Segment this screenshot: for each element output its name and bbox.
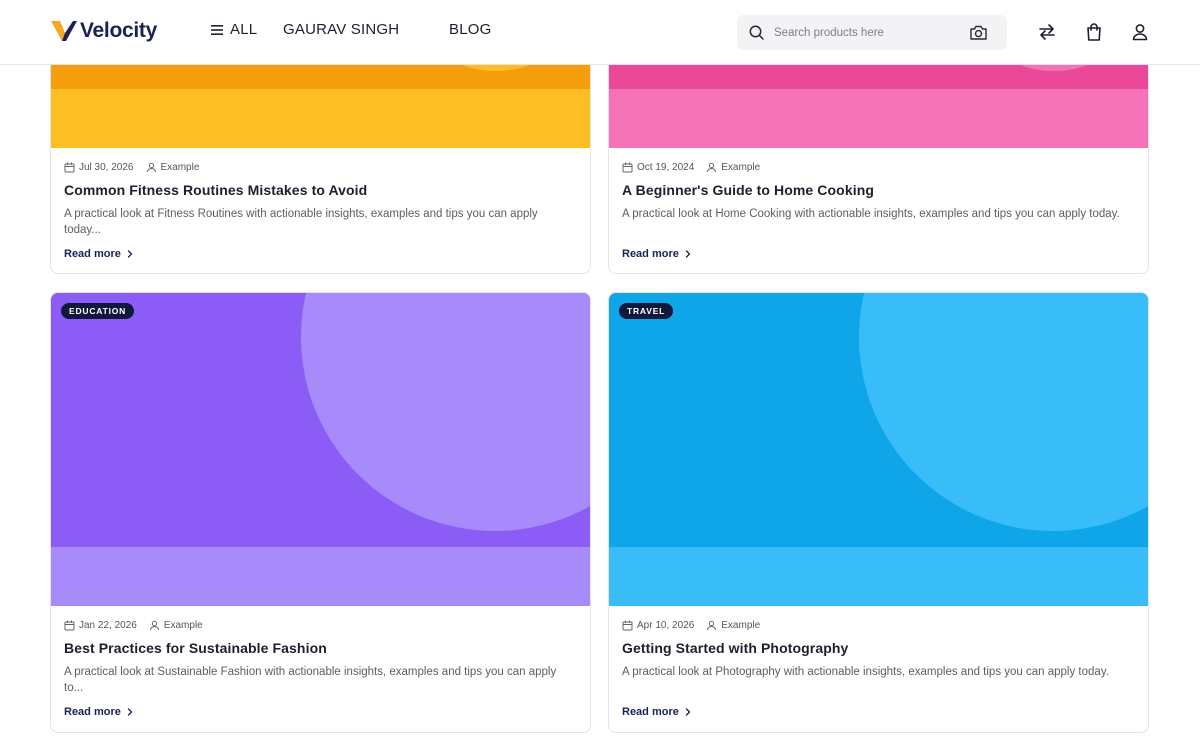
author-icon <box>149 620 159 631</box>
blog-card[interactable]: TRAVEL Apr 10, 2026 Example Getting Star… <box>608 292 1149 733</box>
logo-text: Velocity <box>80 19 157 42</box>
chevron-right-icon <box>127 250 133 258</box>
swap-icon[interactable] <box>1036 21 1058 43</box>
card-cover-image[interactable]: EDUCATION <box>51 293 590 606</box>
nav-blog-label: BLOG <box>449 21 492 38</box>
calendar-icon <box>64 620 75 631</box>
read-more-link[interactable]: Read more <box>64 248 134 260</box>
author-icon <box>707 620 717 631</box>
hamburger-icon <box>211 24 223 35</box>
card-meta: Apr 10, 2026 Example <box>622 620 760 631</box>
post-author: Example <box>721 620 761 631</box>
nav-all-label: ALL <box>230 21 258 38</box>
author-icon <box>707 162 717 173</box>
nav-user-link[interactable]: GAURAV SINGH <box>283 21 399 38</box>
logo[interactable]: Velocity <box>51 19 157 43</box>
read-more-label: Read more <box>64 706 121 718</box>
cover-band <box>51 547 590 606</box>
calendar-icon <box>622 162 633 173</box>
nav-all-menu[interactable]: ALL <box>211 21 257 38</box>
post-title[interactable]: Common Fitness Routines Mistakes to Avoi… <box>64 182 367 198</box>
card-meta: Jan 22, 2026 Example <box>64 620 203 631</box>
logo-v-icon <box>51 21 77 41</box>
site-header: Velocity ALL GAURAV SINGH BLOG <box>0 0 1200 65</box>
cover-circle <box>301 293 590 531</box>
cover-band <box>609 547 1148 606</box>
read-more-label: Read more <box>622 706 679 718</box>
post-date: Oct 19, 2024 <box>637 162 695 173</box>
calendar-icon <box>64 162 75 173</box>
post-excerpt: A practical look at Sustainable Fashion … <box>64 666 557 694</box>
chevron-right-icon <box>127 708 133 716</box>
card-meta: Jul 30, 2026 Example <box>64 162 199 173</box>
post-author: Example <box>163 620 203 631</box>
chevron-right-icon <box>685 708 691 716</box>
category-badge[interactable]: TRAVEL <box>619 303 674 319</box>
post-excerpt: A practical look at Home Cooking with ac… <box>622 208 1120 220</box>
search-input[interactable] <box>774 22 959 43</box>
post-excerpt: A practical look at Fitness Routines wit… <box>64 208 538 236</box>
post-title[interactable]: A Beginner's Guide to Home Cooking <box>622 182 874 198</box>
nav-user-label: GAURAV SINGH <box>283 21 400 38</box>
search-icon[interactable] <box>748 24 765 41</box>
post-title[interactable]: Best Practices for Sustainable Fashion <box>64 640 327 656</box>
author-icon <box>146 162 156 173</box>
cover-band <box>51 89 590 148</box>
bag-icon[interactable] <box>1083 21 1105 43</box>
search-bar <box>737 15 1007 50</box>
camera-icon[interactable] <box>969 24 988 41</box>
post-excerpt: A practical look at Photography with act… <box>622 666 1109 678</box>
read-more-label: Read more <box>64 248 121 260</box>
card-cover-image[interactable]: TRAVEL <box>609 293 1148 606</box>
cover-band <box>609 89 1148 148</box>
calendar-icon <box>622 620 633 631</box>
post-title[interactable]: Getting Started with Photography <box>622 640 848 656</box>
chevron-right-icon <box>685 250 691 258</box>
nav-blog-link[interactable]: BLOG <box>449 21 491 38</box>
post-author: Example <box>721 162 761 173</box>
read-more-link[interactable]: Read more <box>622 706 692 718</box>
cover-circle <box>859 293 1148 531</box>
read-more-link[interactable]: Read more <box>622 248 692 260</box>
read-more-link[interactable]: Read more <box>64 706 134 718</box>
post-author: Example <box>160 162 200 173</box>
post-date: Apr 10, 2026 <box>637 620 695 631</box>
user-icon[interactable] <box>1129 21 1151 43</box>
post-date: Jan 22, 2026 <box>79 620 137 631</box>
category-badge[interactable]: EDUCATION <box>61 303 135 319</box>
read-more-label: Read more <box>622 248 679 260</box>
blog-card[interactable]: EDUCATION Jan 22, 2026 Example Best Prac… <box>50 292 591 733</box>
card-meta: Oct 19, 2024 Example <box>622 162 760 173</box>
post-date: Jul 30, 2026 <box>79 162 134 173</box>
